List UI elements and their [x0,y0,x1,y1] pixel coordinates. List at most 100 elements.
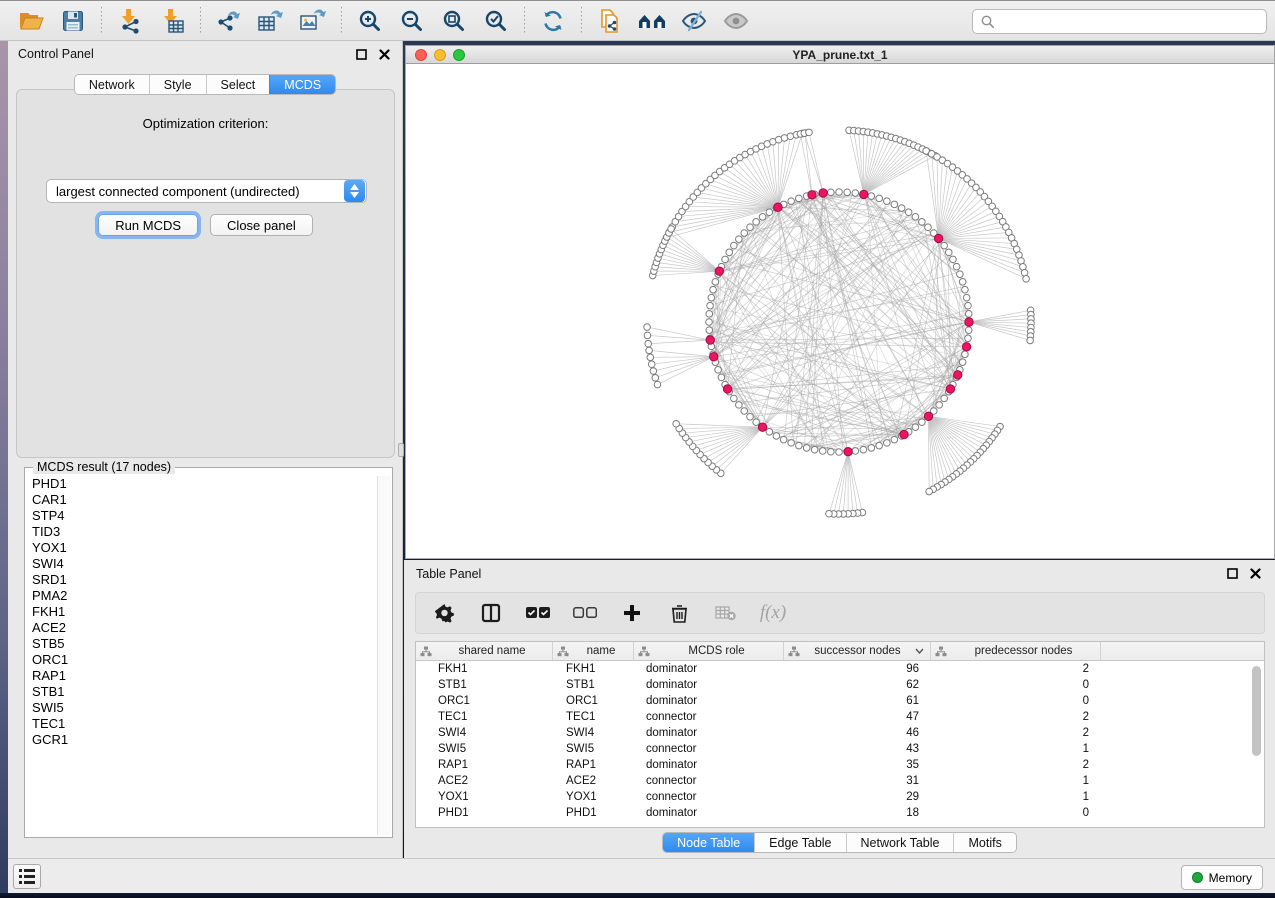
delete-column-icon[interactable] [667,601,691,625]
mcds-result-item[interactable]: PHD1 [26,476,378,492]
save-session-icon[interactable] [58,6,88,36]
mcds-result-item[interactable]: SWI4 [26,556,378,572]
tab-style[interactable]: Style [149,75,206,94]
network-node[interactable] [747,224,754,231]
network-node[interactable] [722,256,729,263]
network-node[interactable] [945,249,952,256]
network-node[interactable] [710,353,718,361]
network-node[interactable] [811,446,818,453]
network-node[interactable] [706,319,713,326]
network-node[interactable] [753,419,760,426]
show-columns-icon[interactable] [479,601,503,625]
network-node[interactable] [736,236,743,243]
network-node[interactable] [965,335,972,342]
network-node[interactable] [803,445,810,452]
export-table-icon[interactable] [256,6,286,36]
network-node[interactable] [941,242,948,249]
network-node[interactable] [900,430,908,438]
tab-mcds[interactable]: MCDS [269,75,335,94]
network-node[interactable] [965,327,972,334]
network-node[interactable] [759,214,766,221]
mcds-result-item[interactable]: SWI5 [26,700,378,716]
network-node[interactable] [836,449,843,456]
network-node[interactable] [747,413,754,420]
import-network-icon[interactable] [115,6,145,36]
network-node[interactable] [774,203,782,211]
tab-network-table[interactable]: Network Table [846,833,954,852]
table-row[interactable]: SWI5SWI5connector431 [416,741,1264,757]
network-graph[interactable] [406,64,1274,557]
add-column-icon[interactable] [620,601,644,625]
table-row[interactable]: SWI4SWI4dominator462 [416,725,1264,741]
network-node[interactable] [819,189,827,197]
network-node[interactable] [965,311,972,318]
mcds-result-item[interactable]: ACE2 [26,620,378,636]
network-node[interactable] [731,242,738,249]
network-node[interactable] [919,219,926,226]
network-node[interactable] [868,445,875,452]
close-table-panel-icon[interactable] [1247,566,1263,582]
network-titlebar[interactable]: YPA_prune.txt_1 [405,45,1275,64]
mcds-result-item[interactable]: STB1 [26,684,378,700]
network-node[interactable] [926,488,933,495]
search-input[interactable] [996,12,1266,32]
network-node[interactable] [828,189,835,196]
network-node[interactable] [644,324,651,331]
network-node[interactable] [884,440,891,447]
network-node[interactable] [723,385,731,393]
network-node[interactable] [646,347,653,354]
import-table-icon[interactable] [157,6,187,36]
network-node[interactable] [718,374,725,381]
network-node[interactable] [826,510,833,517]
network-node[interactable] [844,447,852,455]
network-node[interactable] [852,448,859,455]
mcds-result-item[interactable]: TEC1 [26,716,378,732]
tab-network[interactable]: Network [75,75,149,94]
network-node[interactable] [645,340,652,347]
table-row[interactable]: ORC1ORC1dominator610 [416,693,1264,709]
network-node[interactable] [905,209,912,216]
tab-edge-table[interactable]: Edge Table [754,833,845,852]
network-node[interactable] [876,442,883,449]
network-node[interactable] [950,256,957,263]
network-node[interactable] [962,351,969,358]
network-node[interactable] [965,318,973,326]
network-node[interactable] [707,302,714,309]
mcds-result-item[interactable]: STP4 [26,508,378,524]
network-node[interactable] [898,205,905,212]
network-node[interactable] [654,381,661,388]
zoom-fit-icon[interactable] [439,6,469,36]
network-node[interactable] [712,279,719,286]
network-node[interactable] [644,332,651,339]
refresh-layout-icon[interactable] [538,6,568,36]
mcds-list-scrollbar[interactable] [377,476,391,835]
table-row[interactable]: TEC1TEC1connector472 [416,709,1264,725]
network-node[interactable] [959,279,966,286]
network-node[interactable] [796,442,803,449]
mcds-result-item[interactable]: SRD1 [26,572,378,588]
network-node[interactable] [766,209,773,216]
select-all-rows-icon[interactable] [526,601,550,625]
zoom-in-icon[interactable] [355,6,385,36]
column-header-name[interactable]: name [553,642,634,660]
run-mcds-button[interactable]: Run MCDS [98,214,198,236]
network-node[interactable] [706,311,713,318]
network-node[interactable] [796,195,803,202]
network-node[interactable] [788,440,795,447]
hide-selected-icon[interactable] [679,6,709,36]
export-image-icon[interactable] [298,6,328,36]
tab-select[interactable]: Select [206,75,270,94]
mcds-result-item[interactable]: GCR1 [26,732,378,748]
network-node[interactable] [647,354,654,361]
clone-network-icon[interactable] [595,6,625,36]
network-node[interactable] [652,375,659,382]
mcds-result-item[interactable]: YOX1 [26,540,378,556]
float-panel-icon[interactable] [353,46,369,62]
network-node[interactable] [941,395,948,402]
table-settings-gear-icon[interactable] [432,601,456,625]
network-node[interactable] [753,219,760,226]
network-node[interactable] [959,359,966,366]
deselect-all-rows-icon[interactable] [573,601,597,625]
show-all-icon[interactable] [721,6,751,36]
tab-motifs[interactable]: Motifs [953,833,1015,852]
